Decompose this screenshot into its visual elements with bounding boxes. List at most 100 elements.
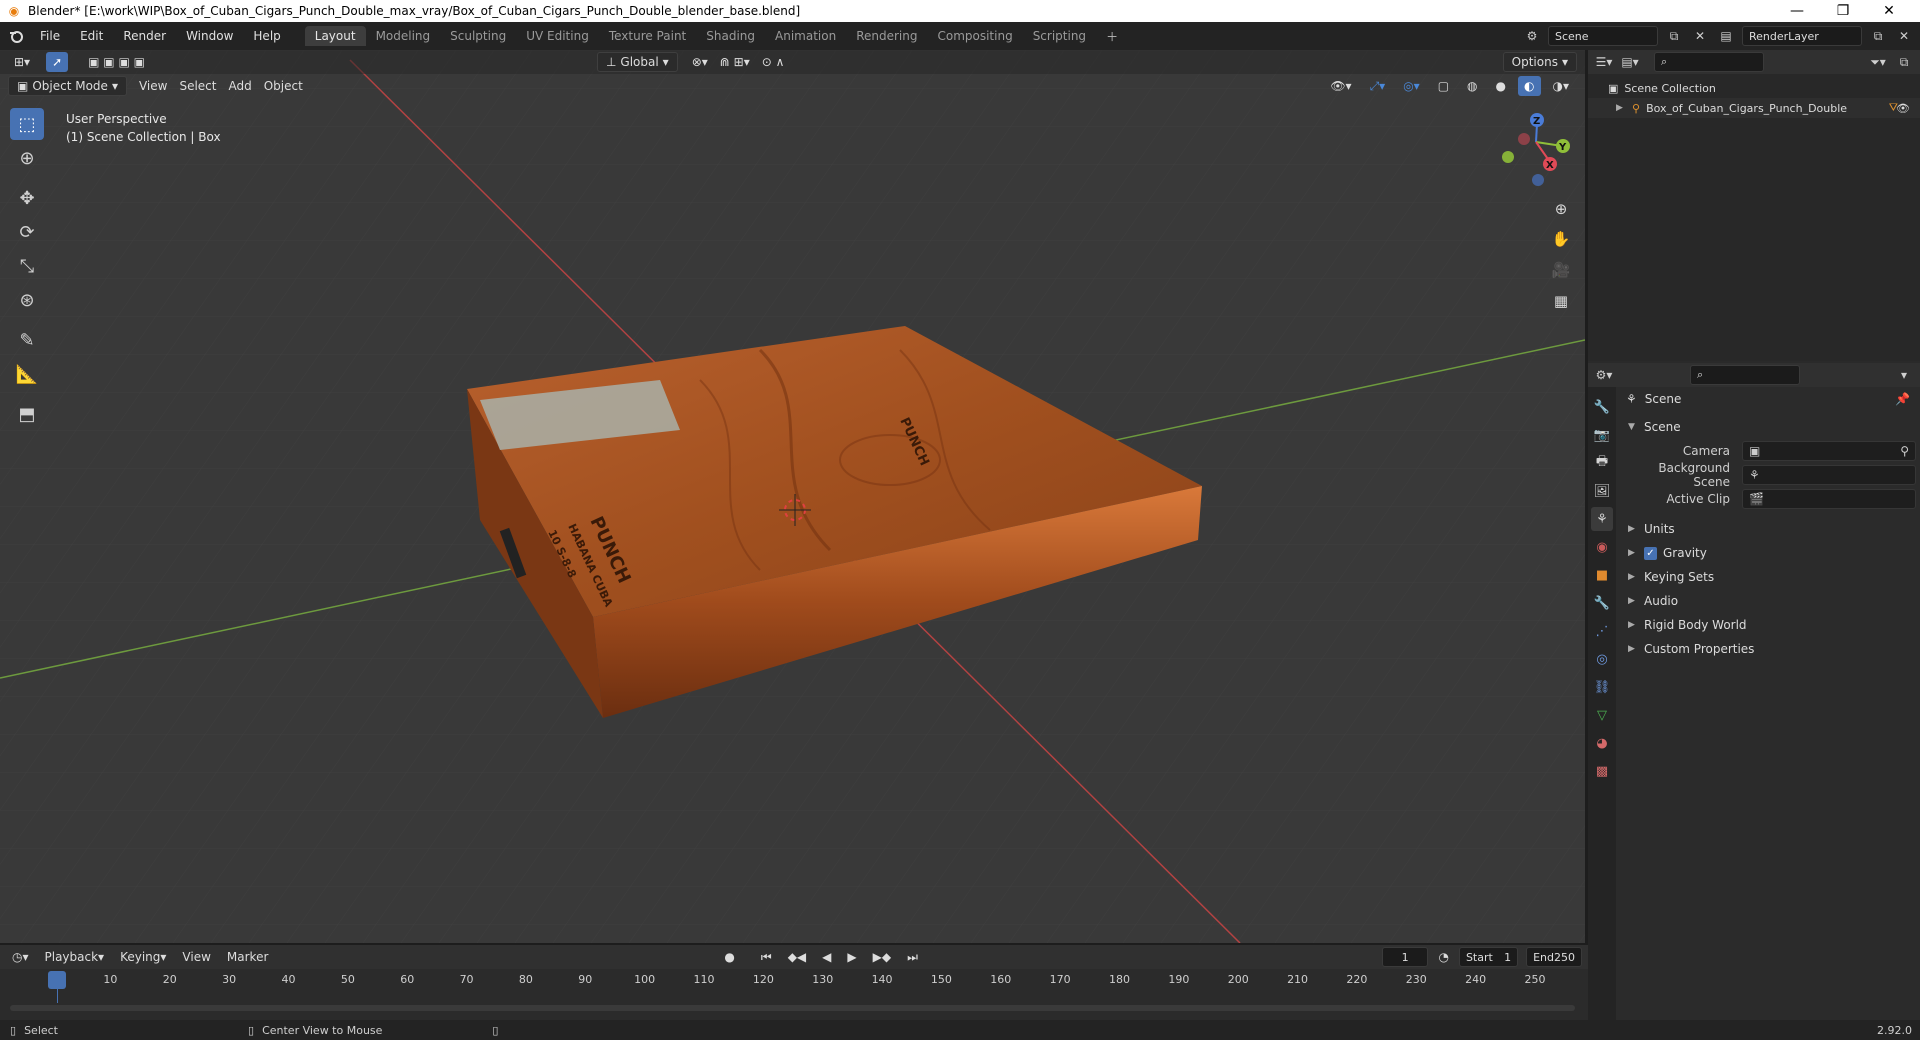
scale-tool-icon[interactable]: ⤡ — [10, 250, 44, 282]
viewport-menu-object[interactable]: Object — [258, 76, 309, 96]
particles-tab-icon[interactable]: ⋰ — [1591, 619, 1613, 643]
scene-tab-icon[interactable]: ⚘ — [1591, 507, 1613, 531]
delete-scene-icon[interactable]: ✕ — [1690, 26, 1710, 46]
viewport-menu-select[interactable]: Select — [173, 76, 222, 96]
scene-panel-header[interactable]: ▼ Scene — [1622, 415, 1916, 439]
prev-keyframe-button[interactable]: ◆◀ — [782, 947, 812, 967]
display-mode-icon[interactable]: ▤▾ — [1620, 52, 1640, 72]
gravity-panel-header[interactable]: ▶ ✓ Gravity — [1622, 541, 1916, 565]
viewport-menu-add[interactable]: Add — [222, 76, 257, 96]
options-dropdown[interactable]: Options ▾ — [1502, 52, 1577, 72]
menu-render[interactable]: Render — [113, 29, 176, 43]
camera-field[interactable]: ▣ ⚲ — [1742, 441, 1916, 461]
scene-icon[interactable]: ⚙ — [1522, 26, 1542, 46]
close-button[interactable]: ✕ — [1866, 0, 1912, 22]
gizmo-toggle-icon[interactable]: ⤢▾ — [1364, 76, 1392, 96]
timeline-scrollbar[interactable] — [10, 1005, 1575, 1011]
units-panel-header[interactable]: ▶ Units — [1622, 517, 1916, 541]
keying-menu[interactable]: Keying ▾ — [114, 947, 172, 967]
new-scene-icon[interactable]: ⧉ — [1664, 26, 1684, 46]
custom-properties-panel-header[interactable]: ▶ Custom Properties — [1622, 637, 1916, 661]
expand-arrow-icon[interactable]: ▶ — [1616, 103, 1626, 113]
properties-search-input[interactable]: ⌕ — [1690, 365, 1800, 385]
3d-viewport[interactable]: PUNCH HABANA CUBA 10 S-8-8 PUNCH Z Y X ⊞… — [0, 50, 1585, 943]
annotate-tool-icon[interactable]: ✎ — [10, 324, 44, 356]
cursor-tool-icon[interactable]: ⊕ — [10, 142, 44, 174]
select-box-tool-icon[interactable]: ⬚ — [10, 108, 44, 140]
active-clip-field[interactable]: 🎬 — [1742, 489, 1916, 509]
render-layer-icon[interactable]: ▤ — [1716, 26, 1736, 46]
new-collection-icon[interactable]: ⧉ — [1894, 52, 1914, 72]
solid-shading-icon[interactable]: ● — [1490, 76, 1512, 96]
tab-layout[interactable]: Layout — [304, 26, 366, 46]
minimize-button[interactable]: — — [1774, 0, 1820, 22]
tab-rendering[interactable]: Rendering — [846, 26, 927, 46]
blender-menu-icon[interactable] — [6, 26, 26, 46]
gravity-checkbox[interactable]: ✓ — [1644, 546, 1657, 560]
viewport-menu-view[interactable]: View — [133, 76, 173, 96]
rendered-shading-icon[interactable]: ◑▾ — [1547, 76, 1576, 96]
menu-window[interactable]: Window — [176, 29, 243, 43]
record-button[interactable]: ● — [718, 947, 740, 967]
tab-modeling[interactable]: Modeling — [366, 26, 441, 46]
material-shading-icon[interactable]: ◐ — [1518, 76, 1541, 96]
background-scene-field[interactable]: ⚘ — [1742, 465, 1916, 485]
tool-tab-icon[interactable]: 🔧 — [1591, 395, 1613, 419]
render-layer-selector[interactable]: RenderLayer — [1742, 26, 1862, 46]
rigid-body-world-panel-header[interactable]: ▶ Rigid Body World — [1622, 613, 1916, 637]
output-tab-icon[interactable]: 🖶 — [1591, 451, 1613, 475]
transform-orientation-dropdown[interactable]: ⊥ Global ▾ — [596, 52, 678, 72]
timeline-editor-type-icon[interactable]: ◷▾ — [6, 947, 35, 967]
visibility-icon[interactable]: 👁▾ — [1324, 76, 1357, 96]
pan-hand-icon[interactable]: ✋ — [1548, 226, 1574, 252]
preview-range-icon[interactable]: ◔ — [1432, 947, 1454, 967]
zoom-icon[interactable]: ⊕ — [1548, 196, 1574, 222]
frame-ruler[interactable]: 1102030405060708090100110120130140150160… — [10, 971, 1580, 993]
outliner-editor-type-icon[interactable]: ☰▾ — [1594, 52, 1614, 72]
transform-tool-icon[interactable]: ⊛ — [10, 284, 44, 316]
keying-sets-panel-header[interactable]: ▶ Keying Sets — [1622, 565, 1916, 589]
object-tab-icon[interactable]: ■ — [1591, 563, 1613, 587]
scene-collection-row[interactable]: ▣ Scene Collection — [1588, 78, 1920, 98]
proportional-edit-icon[interactable]: ⊙ ∧ — [756, 52, 791, 72]
new-layer-icon[interactable]: ⧉ — [1868, 26, 1888, 46]
snap-icon[interactable]: ⋒ ⊞▾ — [714, 52, 756, 72]
play-button[interactable]: ▶ — [841, 947, 862, 967]
playback-menu[interactable]: Playback ▾ — [39, 947, 111, 967]
scene-selector[interactable]: Scene — [1548, 26, 1658, 46]
add-cube-tool-icon[interactable]: ⬒ — [10, 398, 44, 430]
physics-tab-icon[interactable]: ◎ — [1591, 647, 1613, 671]
select-tool-mode-icon[interactable]: ➚ — [46, 52, 69, 72]
delete-layer-icon[interactable]: ✕ — [1894, 26, 1914, 46]
mode-dropdown[interactable]: ▣ Object Mode ▾ — [8, 76, 127, 96]
next-keyframe-button[interactable]: ▶◆ — [867, 947, 897, 967]
move-tool-icon[interactable]: ✥ — [10, 182, 44, 214]
wireframe-shading-icon[interactable]: ◍ — [1461, 76, 1483, 96]
current-frame-field[interactable]: 1 — [1381, 947, 1429, 967]
material-tab-icon[interactable]: ◕ — [1591, 731, 1613, 755]
overlay-toggle-icon[interactable]: ◎▾ — [1397, 76, 1426, 96]
pivot-icon[interactable]: ⊗▾ — [686, 52, 714, 72]
selection-mode-icons[interactable]: ▣ ▣ ▣ ▣ — [82, 52, 151, 72]
play-reverse-button[interactable]: ◀ — [816, 947, 837, 967]
restore-button[interactable]: ❐ — [1820, 0, 1866, 22]
constraints-tab-icon[interactable]: ⛓ — [1591, 675, 1613, 699]
marker-menu[interactable]: Marker — [221, 947, 274, 967]
jump-start-button[interactable]: ⏮ — [755, 947, 778, 967]
tab-shading[interactable]: Shading — [696, 26, 765, 46]
menu-help[interactable]: Help — [243, 29, 290, 43]
end-frame-field[interactable]: End 250 — [1526, 947, 1582, 967]
texture-tab-icon[interactable]: ▩ — [1591, 759, 1613, 783]
world-tab-icon[interactable]: ◉ — [1591, 535, 1613, 559]
outliner-item[interactable]: ▶ ⚲ Box_of_Cuban_Cigars_Punch_Double ⛛ 👁 — [1588, 98, 1920, 118]
menu-edit[interactable]: Edit — [70, 29, 113, 43]
camera-view-icon[interactable]: 🎥 — [1548, 257, 1574, 283]
eye-icon[interactable]: 👁 — [1896, 102, 1910, 115]
jump-end-button[interactable]: ⏭ — [901, 947, 924, 967]
tab-scripting[interactable]: Scripting — [1023, 26, 1096, 46]
view-layer-tab-icon[interactable]: 🖼 — [1591, 479, 1613, 503]
modifier-tab-icon[interactable]: 🔧 — [1591, 591, 1613, 615]
data-tab-icon[interactable]: ▽ — [1591, 703, 1613, 727]
add-workspace-icon[interactable]: ＋ — [1096, 25, 1128, 48]
tab-texture-paint[interactable]: Texture Paint — [599, 26, 696, 46]
